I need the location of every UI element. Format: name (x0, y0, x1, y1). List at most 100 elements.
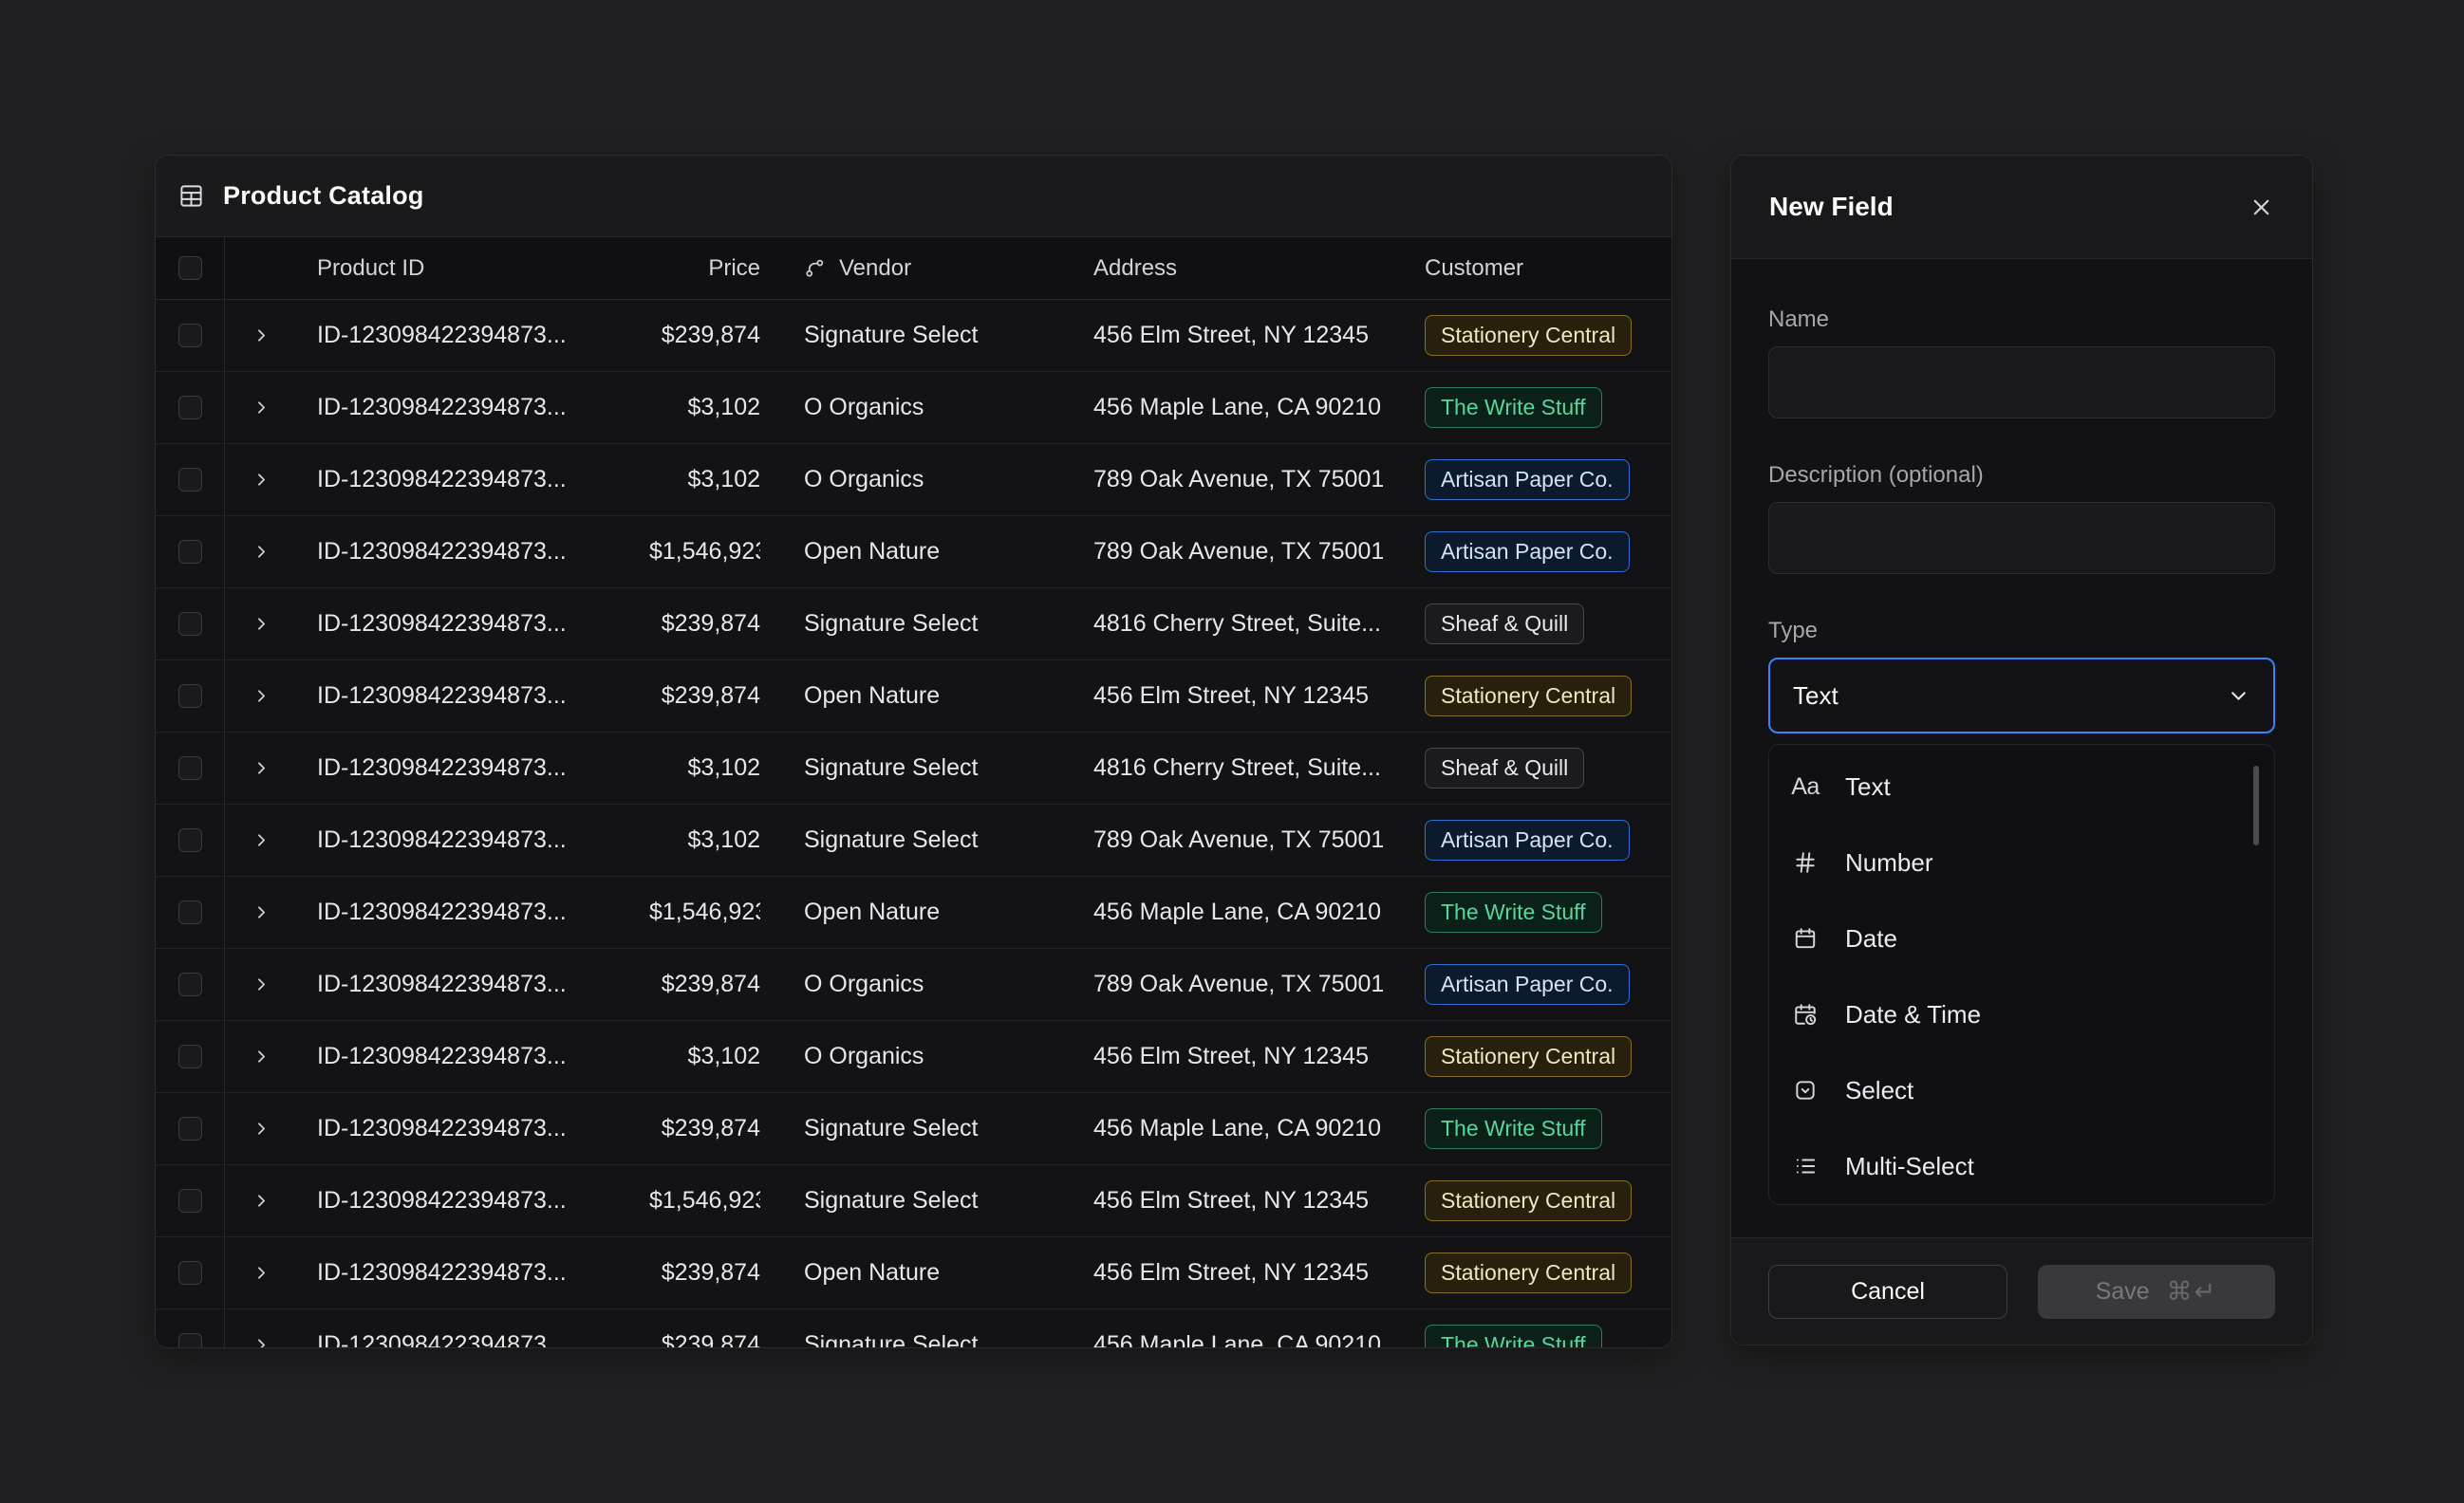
table-row[interactable]: ID-123098422394873... $239,874 O Organic… (156, 949, 1671, 1021)
row-checkbox[interactable] (178, 468, 202, 492)
table-row[interactable]: ID-123098422394873... $3,102 Signature S… (156, 733, 1671, 805)
address-cell: 456 Elm Street, NY 12345 (1050, 682, 1383, 710)
expand-chevron-icon[interactable] (252, 542, 271, 562)
product-id-cell: ID-123098422394873... (298, 1259, 649, 1287)
expand-chevron-icon[interactable] (252, 470, 271, 490)
table-row[interactable]: ID-123098422394873... $239,874 Signature… (156, 1309, 1671, 1348)
product-id-cell: ID-123098422394873... (298, 394, 649, 421)
expand-chevron-icon[interactable] (252, 325, 271, 345)
vendor-cell: Signature Select (760, 826, 1050, 854)
expand-chevron-icon[interactable] (252, 686, 271, 706)
product-id-cell: ID-123098422394873... (298, 1331, 649, 1348)
row-checkbox[interactable] (178, 1117, 202, 1141)
type-option[interactable]: Date & Time (1769, 976, 2274, 1052)
expand-chevron-icon[interactable] (252, 398, 271, 418)
expand-chevron-icon[interactable] (252, 902, 271, 922)
vendor-cell: Signature Select (760, 322, 1050, 349)
vendor-cell: Signature Select (760, 1115, 1050, 1142)
vendor-cell: Open Nature (760, 899, 1050, 926)
price-cell: $239,874 (649, 1259, 760, 1287)
vendor-cell: Signature Select (760, 1187, 1050, 1215)
address-cell: 456 Elm Street, NY 12345 (1050, 322, 1383, 349)
table-body: ID-123098422394873... $239,874 Signature… (156, 300, 1671, 1348)
expand-chevron-icon[interactable] (252, 1191, 271, 1211)
save-button-label: Save (2096, 1278, 2150, 1306)
type-option-label: Date (1845, 924, 1897, 954)
new-field-panel: New Field Name Description (optional) Ty… (1730, 155, 2313, 1345)
type-option[interactable]: Number (1769, 825, 2274, 900)
vendor-cell: O Organics (760, 1043, 1050, 1070)
expand-chevron-icon[interactable] (252, 614, 271, 634)
row-checkbox[interactable] (178, 1261, 202, 1285)
row-checkbox[interactable] (178, 973, 202, 996)
table-row[interactable]: ID-123098422394873... $239,874 Open Natu… (156, 660, 1671, 733)
expand-chevron-icon[interactable] (252, 1119, 271, 1139)
table-row[interactable]: ID-123098422394873... $1,546,923 Signatu… (156, 1165, 1671, 1237)
expand-chevron-icon[interactable] (252, 1335, 271, 1348)
price-cell: $3,102 (649, 1043, 760, 1070)
type-option[interactable]: Multi-Select (1769, 1128, 2274, 1204)
customer-badge: Sheaf & Quill (1425, 603, 1584, 644)
table-row[interactable]: ID-123098422394873... $239,874 Signature… (156, 300, 1671, 372)
table-row[interactable]: ID-123098422394873... $239,874 Signature… (156, 1093, 1671, 1165)
product-id-cell: ID-123098422394873... (298, 1043, 649, 1070)
col-customer[interactable]: Customer (1383, 255, 1671, 282)
product-id-cell: ID-123098422394873... (298, 899, 649, 926)
vendor-cell: O Organics (760, 466, 1050, 493)
row-checkbox[interactable] (178, 756, 202, 780)
type-option[interactable]: Date (1769, 900, 2274, 976)
row-checkbox[interactable] (178, 1333, 202, 1348)
cancel-button[interactable]: Cancel (1768, 1265, 2007, 1319)
row-checkbox[interactable] (178, 684, 202, 708)
panel-body: Name Description (optional) Type Text Aa… (1731, 259, 2312, 1237)
col-product-id[interactable]: Product ID (298, 255, 649, 282)
card-header: Product Catalog (156, 156, 1671, 237)
row-checkbox[interactable] (178, 828, 202, 852)
expand-chevron-icon[interactable] (252, 758, 271, 778)
product-id-cell: ID-123098422394873... (298, 971, 649, 998)
col-vendor-label: Vendor (839, 255, 911, 282)
product-id-cell: ID-123098422394873... (298, 754, 649, 782)
table-row[interactable]: ID-123098422394873... $239,874 Signature… (156, 588, 1671, 660)
table-row[interactable]: ID-123098422394873... $1,546,923 Open Na… (156, 877, 1671, 949)
description-field[interactable] (1768, 502, 2275, 574)
select-all-checkbox[interactable] (178, 256, 202, 280)
expand-chevron-icon[interactable] (252, 1263, 271, 1283)
customer-badge: The Write Stuff (1425, 1325, 1602, 1348)
row-checkbox[interactable] (178, 1189, 202, 1213)
table-row[interactable]: ID-123098422394873... $1,546,923 Open Na… (156, 516, 1671, 588)
col-vendor[interactable]: Vendor (760, 255, 1050, 282)
row-checkbox[interactable] (178, 540, 202, 564)
dropdown-scrollbar[interactable] (2253, 766, 2259, 845)
address-cell: 789 Oak Avenue, TX 75001 (1050, 971, 1383, 998)
expand-chevron-icon[interactable] (252, 1047, 271, 1067)
table-row[interactable]: ID-123098422394873... $3,102 Signature S… (156, 805, 1671, 877)
row-checkbox[interactable] (178, 396, 202, 419)
table-row[interactable]: ID-123098422394873... $239,874 Open Natu… (156, 1237, 1671, 1309)
address-cell: 456 Elm Street, NY 12345 (1050, 1043, 1383, 1070)
price-cell: $1,546,923 (649, 538, 760, 566)
table-row[interactable]: ID-123098422394873... $3,102 O Organics … (156, 372, 1671, 444)
chevron-down-icon (2227, 684, 2250, 708)
type-select[interactable]: Text (1768, 658, 2275, 733)
customer-badge: Stationery Central (1425, 676, 1632, 716)
type-option[interactable]: Aa Text (1769, 749, 2274, 825)
row-checkbox[interactable] (178, 1045, 202, 1068)
expand-chevron-icon[interactable] (252, 830, 271, 850)
table-row[interactable]: ID-123098422394873... $3,102 O Organics … (156, 444, 1671, 516)
row-checkbox[interactable] (178, 900, 202, 924)
col-price[interactable]: Price (649, 255, 760, 282)
type-option-label: Date & Time (1845, 1000, 1981, 1030)
expand-chevron-icon[interactable] (252, 974, 271, 994)
row-checkbox[interactable] (178, 324, 202, 347)
type-options-dropdown: Aa Text Number Date Date & Time Select M… (1768, 744, 2275, 1205)
table-row[interactable]: ID-123098422394873... $3,102 O Organics … (156, 1021, 1671, 1093)
address-cell: 456 Elm Street, NY 12345 (1050, 1259, 1383, 1287)
row-checkbox[interactable] (178, 612, 202, 636)
customer-badge: Artisan Paper Co. (1425, 459, 1630, 500)
col-address[interactable]: Address (1050, 255, 1383, 282)
type-option[interactable]: Select (1769, 1052, 2274, 1128)
name-field[interactable] (1768, 346, 2275, 418)
save-button[interactable]: Save ⌘↵ (2038, 1265, 2275, 1319)
close-icon[interactable] (2249, 195, 2274, 220)
